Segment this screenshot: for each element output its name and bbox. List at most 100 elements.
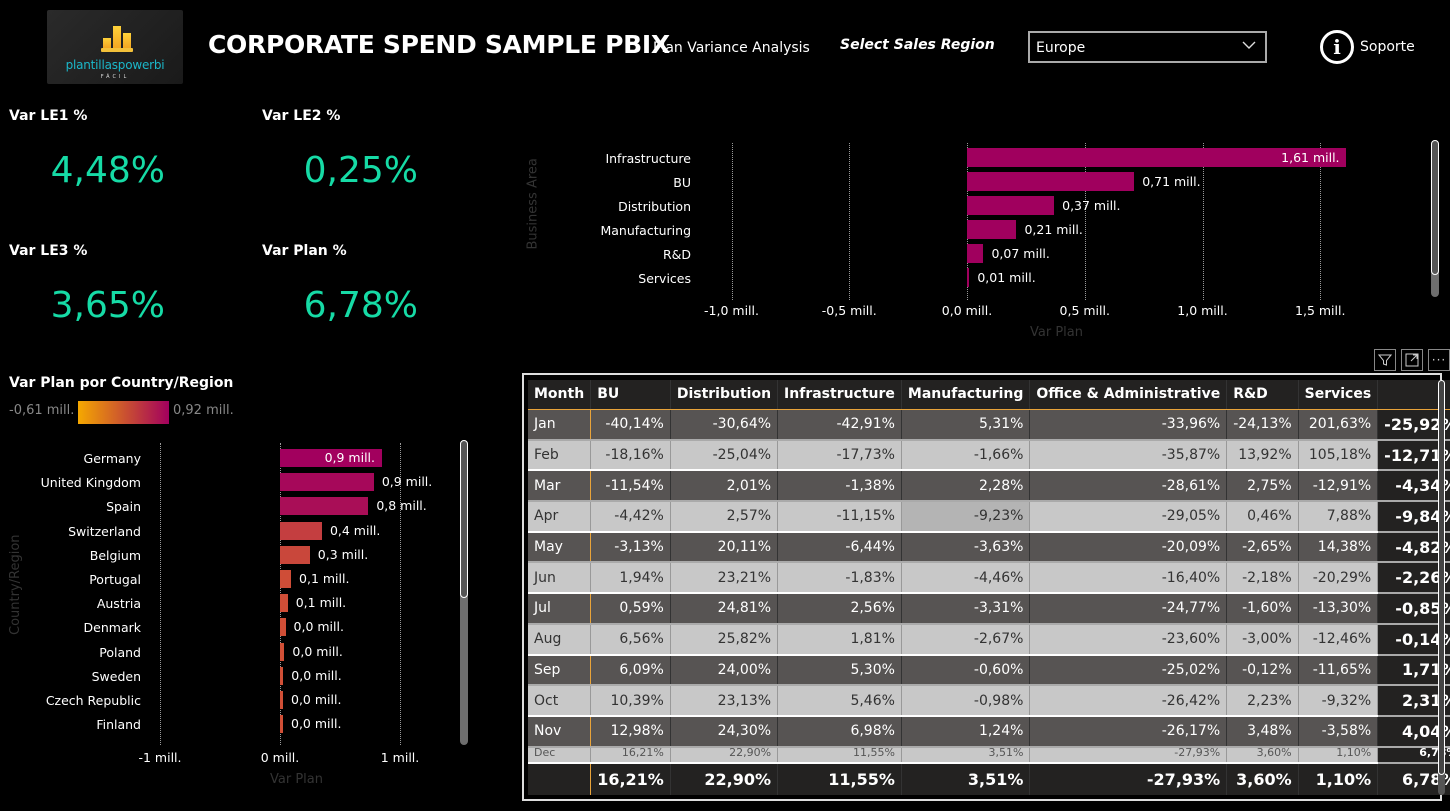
- table-cell: -42,91%: [777, 409, 902, 441]
- table-row[interactable]: Jun 1,94% 23,21% -1,83% -4,46% -16,40% -2,18% -…: [528, 562, 1450, 595]
- country-bar[interactable]: [280, 666, 284, 685]
- ba-bar[interactable]: [967, 244, 984, 263]
- table-cell: -12,91%: [1298, 470, 1379, 503]
- country-category-label: Finland: [96, 717, 141, 733]
- focus-mode-button[interactable]: [1401, 349, 1423, 371]
- table-cell: -18,16%: [590, 439, 671, 472]
- table-cell: -6,44%: [777, 531, 902, 564]
- table-scrollbar[interactable]: [1438, 380, 1445, 795]
- ba-data-label: 0,37 mill.: [1062, 198, 1121, 213]
- country-chart-scrollbar[interactable]: [460, 440, 468, 745]
- table-row[interactable]: Sep 6,09% 24,00% 5,30% -0,60% -25,02% -0,12% -1…: [528, 654, 1450, 687]
- table-cell: 3,51%: [901, 746, 1031, 764]
- table-column-header[interactable]: Office & Administrative: [1029, 380, 1228, 410]
- month-cell: Jul: [528, 593, 592, 625]
- more-options-button[interactable]: ···: [1428, 349, 1450, 371]
- total-cell: [528, 762, 592, 795]
- country-bar[interactable]: [280, 497, 369, 516]
- ba-chart-scrollbar[interactable]: [1431, 140, 1439, 297]
- table-column-header[interactable]: Manufacturing: [901, 380, 1031, 410]
- total-cell: 1,10%: [1298, 762, 1379, 795]
- table-column-header[interactable]: Distribution: [670, 380, 779, 410]
- region-dropdown[interactable]: Europe: [1028, 31, 1267, 63]
- table-row[interactable]: Jul 0,59% 24,81% 2,56% -3,31% -24,77% -1,60% -1…: [528, 593, 1450, 625]
- country-data-label: 0,0 mill.: [293, 619, 344, 635]
- table-row[interactable]: Feb -18,16% -25,04% -17,73% -1,66% -35,87% 13,…: [528, 439, 1450, 472]
- table-cell: -1,60%: [1226, 593, 1299, 625]
- country-bar[interactable]: [280, 691, 283, 709]
- table-cell: -23,60%: [1029, 623, 1228, 656]
- kpi-value-var-le3: 3,65%: [50, 285, 165, 326]
- country-data-label: 0,0 mill.: [291, 692, 342, 707]
- table-cell: 3,48%: [1226, 715, 1299, 748]
- table-cell: -25,04%: [670, 439, 779, 472]
- month-cell: Apr: [528, 501, 592, 533]
- table-row[interactable]: Jan -40,14% -30,64% -42,91% 5,31% -33,96% -24,…: [528, 409, 1450, 441]
- country-bar[interactable]: [280, 521, 322, 540]
- kpi-title-var-le2: Var LE2 %: [262, 108, 341, 124]
- total-cell: 11,55%: [777, 762, 902, 795]
- table-cell: -24,77%: [1029, 593, 1228, 625]
- table-column-header[interactable]: R&D: [1226, 380, 1299, 410]
- table-row[interactable]: Dec 16,21% 22,90% 11,55% 3,51% -27,93% 3,60% 1,…: [528, 746, 1450, 764]
- ba-data-label: 0,01 mill.: [977, 270, 1036, 285]
- country-data-label: 0,4 mill.: [329, 522, 381, 538]
- table-column-header[interactable]: Month: [528, 380, 592, 410]
- country-bar[interactable]: [280, 715, 283, 734]
- country-gridline: [160, 443, 161, 745]
- country-data-label: 0,8 mill.: [376, 498, 427, 514]
- table-column-header[interactable]: Infrastructure: [777, 380, 902, 410]
- country-category-label: Germany: [83, 451, 141, 466]
- country-category-label: Czech Republic: [45, 693, 141, 708]
- table-cell: 16,21%: [590, 746, 671, 764]
- table-row[interactable]: Aug 6,56% 25,82% 1,81% -2,67% -23,60% -3,00% -1…: [528, 623, 1450, 656]
- table-cell: 105,18%: [1298, 439, 1379, 472]
- table-cell: -9,23%: [901, 501, 1031, 533]
- filter-button[interactable]: [1374, 349, 1396, 371]
- table-cell: -4,42%: [590, 501, 671, 533]
- table-cell: -3,63%: [901, 531, 1031, 564]
- ba-data-label: 0,21 mill.: [1024, 222, 1083, 237]
- table-cell: -40,14%: [590, 409, 671, 441]
- ba-bar[interactable]: [967, 196, 1055, 215]
- country-bar[interactable]: [280, 570, 292, 588]
- country-bar[interactable]: [280, 545, 310, 564]
- country-bar[interactable]: [280, 594, 288, 613]
- country-data-label: 0,1 mill.: [299, 571, 350, 586]
- table-cell: -3,00%: [1226, 623, 1299, 656]
- month-cell: Jan: [528, 409, 592, 441]
- table-cell: -3,13%: [590, 531, 671, 564]
- table-column-header[interactable]: BU: [590, 380, 671, 410]
- table-cell: 23,21%: [670, 562, 779, 595]
- table-cell: 7,88%: [1298, 501, 1379, 533]
- country-bar[interactable]: [280, 618, 286, 637]
- ba-bar[interactable]: [967, 220, 1017, 239]
- table-cell: 3,60%: [1226, 746, 1299, 764]
- ba-gridline: [849, 143, 851, 300]
- support-button[interactable]: i Soporte: [1320, 30, 1415, 64]
- table-cell: -0,98%: [901, 685, 1031, 717]
- ba-bar[interactable]: [967, 268, 970, 287]
- ba-bar[interactable]: [967, 172, 1135, 191]
- table-row[interactable]: Oct 10,39% 23,13% 5,46% -0,98% -26,42% 2,23% -9…: [528, 685, 1450, 717]
- country-bar[interactable]: [280, 642, 285, 661]
- table-row[interactable]: Nov 12,98% 24,30% 6,98% 1,24% -26,17% 3,48% -3,…: [528, 715, 1450, 748]
- table-row[interactable]: Apr -4,42% 2,57% -11,15% -9,23% -29,05% 0,46% 7…: [528, 501, 1450, 533]
- table-scroll-thumb[interactable]: [1438, 380, 1445, 775]
- table-row[interactable]: May -3,13% 20,11% -6,44% -3,63% -20,09% -2,65%…: [528, 531, 1450, 564]
- table-column-header[interactable]: Services: [1298, 380, 1379, 410]
- table-row[interactable]: Mar -11,54% 2,01% -1,38% 2,28% -28,61% 2,75% -1…: [528, 470, 1450, 503]
- country-chart-scroll-thumb[interactable]: [460, 440, 468, 598]
- total-cell: 16,21%: [590, 762, 671, 795]
- ba-data-label: 0,07 mill.: [991, 246, 1050, 261]
- country-bar[interactable]: [280, 473, 374, 492]
- country-data-label: 0,9 mill.: [324, 450, 375, 465]
- country-x-axis-title: Var Plan: [270, 772, 323, 787]
- table-cell: -26,17%: [1029, 715, 1228, 748]
- ba-chart-scroll-thumb[interactable]: [1431, 140, 1439, 275]
- matrix-table: Month BU Distribution Infrastructure Manufac…: [528, 380, 1450, 795]
- table-cell: -16,40%: [1029, 562, 1228, 595]
- country-data-label: 0,3 mill.: [317, 546, 369, 562]
- total-cell: 3,51%: [901, 762, 1031, 795]
- business-area-axis-title: Business Area: [525, 158, 541, 250]
